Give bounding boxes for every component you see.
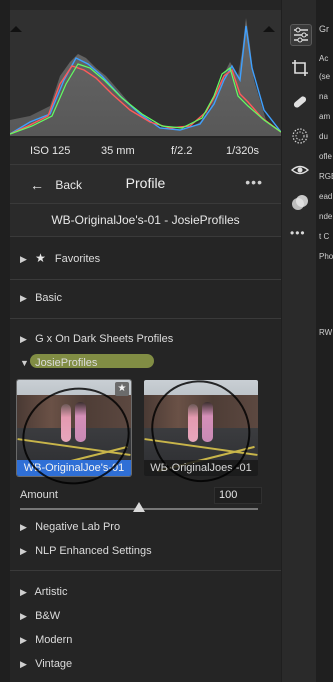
fragment-text: Gr <box>319 24 329 34</box>
crop-icon[interactable] <box>290 58 310 78</box>
group-label: Modern <box>35 634 73 646</box>
collapse-arrow-icon: ▼ <box>20 358 29 368</box>
group-label: Artistic <box>34 586 68 598</box>
expand-arrow-icon: ▶ <box>20 659 27 669</box>
group-label: JosieProfiles <box>35 357 98 369</box>
group-label: B&W <box>35 610 61 622</box>
fragment-text: ofle <box>319 152 332 161</box>
group-label: NLP Enhanced Settings <box>35 545 152 557</box>
expand-arrow-icon: ▶ <box>20 334 27 344</box>
amount-slider-handle[interactable] <box>133 502 145 512</box>
group-basic[interactable]: ▶ Basic <box>20 292 62 304</box>
fragment-text: du <box>319 132 328 141</box>
more-options-icon[interactable]: ••• <box>245 174 263 190</box>
group-favorites[interactable]: ▶ ★ Favorites <box>20 251 100 265</box>
fragment-text: RGB <box>319 172 333 181</box>
amount-value-field[interactable]: 100 <box>214 487 262 504</box>
fragment-text: t C <box>319 232 330 241</box>
edit-sliders-icon[interactable] <box>290 24 312 46</box>
fragment-text: Pho <box>319 252 333 261</box>
group-nlp-enhanced-settings[interactable]: ▶ NLP Enhanced Settings <box>20 545 152 557</box>
histogram-graph <box>9 18 282 136</box>
more-tools-icon[interactable]: ••• <box>290 226 310 246</box>
divider <box>10 318 281 319</box>
group-artistic[interactable]: ▶ Artistic <box>20 586 67 598</box>
group-gx-on-dark-sheets[interactable]: ▶ G x On Dark Sheets Profiles <box>20 333 173 345</box>
fragment-text: am <box>319 112 331 121</box>
fragment-text: (se <box>319 72 331 81</box>
fragment-text: RW <box>319 328 333 337</box>
shutter-value: 1/320s <box>226 145 260 157</box>
tool-strip: ••• <box>282 0 316 682</box>
camera-info-bar: ISO 125 35 mm f/2.2 1/320s <box>10 138 281 164</box>
divider <box>10 279 281 280</box>
group-label: Vintage <box>35 658 73 670</box>
expand-arrow-icon: ▶ <box>20 611 27 621</box>
healing-brush-icon[interactable] <box>290 92 310 112</box>
shadow-clipping-indicator[interactable] <box>10 26 22 32</box>
expand-arrow-icon: ▶ <box>20 546 27 556</box>
group-modern[interactable]: ▶ Modern <box>20 634 72 646</box>
aperture-value: f/2.2 <box>171 145 193 157</box>
divider <box>10 570 281 571</box>
masking-icon[interactable] <box>290 126 310 146</box>
fragment-text: nde <box>319 212 333 221</box>
expand-arrow-icon: ▶ <box>20 587 27 597</box>
highlight-clipping-indicator[interactable] <box>263 26 275 32</box>
group-bw[interactable]: ▶ B&W <box>20 610 60 622</box>
adjacent-panel: Gr Ac (se na am du ofle RGB ead nde t C … <box>316 0 333 682</box>
panel-title: Profile <box>125 175 166 191</box>
group-josieprofiles[interactable]: ▼ JosieProfiles <box>20 357 97 369</box>
star-icon: ★ <box>35 251 46 265</box>
group-label: Favorites <box>54 253 101 265</box>
expand-arrow-icon: ▶ <box>20 293 27 303</box>
group-vintage[interactable]: ▶ Vintage <box>20 658 72 670</box>
focal-length-value: 35 mm <box>101 145 135 157</box>
group-label: Negative Lab Pro <box>35 521 121 533</box>
fragment-text: Ac <box>319 54 329 63</box>
divider <box>10 236 281 237</box>
histogram <box>9 10 282 136</box>
current-profile-name: WB-OriginalJoe's-01 - JosieProfiles <box>10 204 281 236</box>
expand-arrow-icon: ▶ <box>20 635 27 645</box>
expand-arrow-icon: ▶ <box>20 522 27 532</box>
group-negative-lab-pro[interactable]: ▶ Negative Lab Pro <box>20 521 120 533</box>
group-label: G x On Dark Sheets Profiles <box>35 333 174 345</box>
presets-icon[interactable] <box>290 193 310 213</box>
expand-arrow-icon: ▶ <box>20 254 27 264</box>
iso-value: ISO 125 <box>30 145 71 157</box>
fragment-text: ead <box>319 192 333 201</box>
group-label: Basic <box>35 292 62 304</box>
fragment-text: na <box>319 92 328 101</box>
amount-label: Amount <box>20 489 58 501</box>
red-eye-icon[interactable] <box>290 160 310 180</box>
profile-panel-header: ← Back Profile ••• <box>10 165 281 203</box>
favorite-star-icon[interactable]: ★ <box>115 382 129 396</box>
